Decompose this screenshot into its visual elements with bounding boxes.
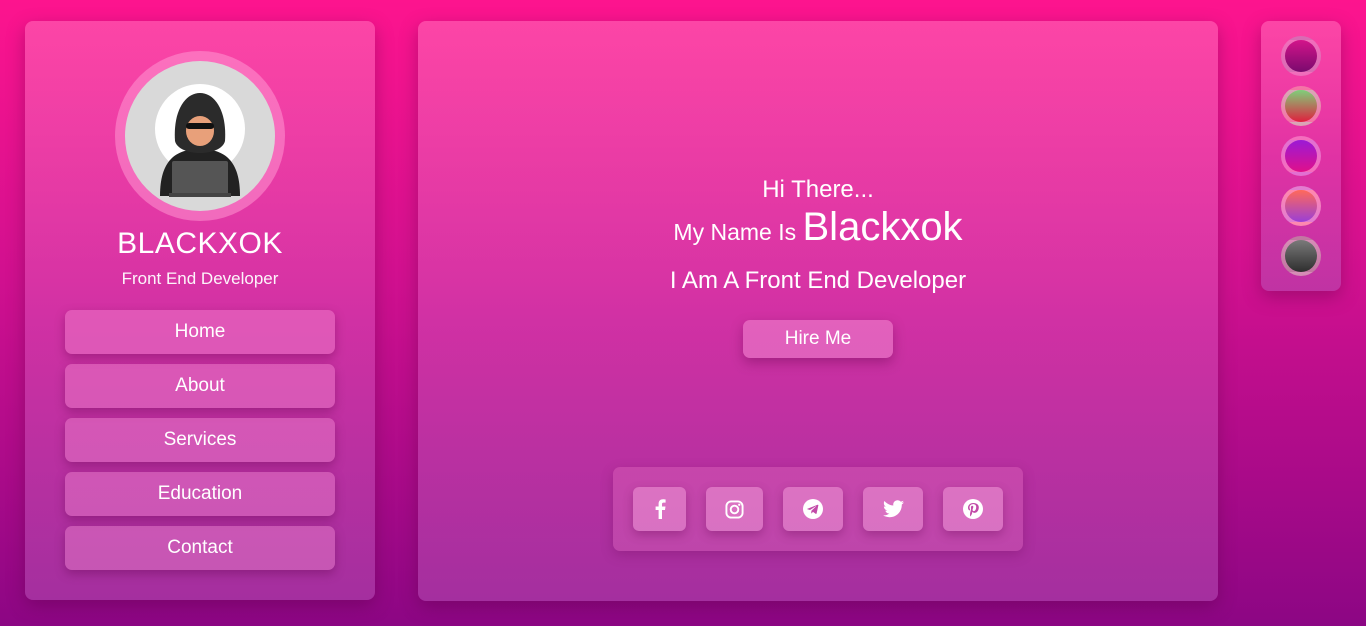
twitter-button[interactable] — [863, 487, 923, 531]
hero-name: Blackxok — [802, 205, 963, 249]
theme-swatch[interactable] — [1281, 236, 1321, 276]
hacker-avatar-icon — [155, 84, 245, 197]
hero-role-line: I Am A Front End Developer — [669, 267, 967, 294]
instagram-icon — [725, 499, 744, 519]
telegram-icon — [803, 499, 823, 519]
facebook-icon — [655, 499, 666, 519]
theme-swatch[interactable] — [1281, 136, 1321, 176]
facebook-button[interactable] — [633, 487, 686, 531]
theme-swatch[interactable] — [1281, 86, 1321, 126]
nav-services-button[interactable]: Services — [65, 418, 335, 462]
social-links-bar — [613, 467, 1023, 551]
nav-home-button[interactable]: Home — [65, 310, 335, 354]
hero-panel: Hi There... My Name Is Blackxok I Am A F… — [418, 21, 1218, 601]
twitter-icon — [882, 500, 904, 518]
profile-role: Front End Developer — [121, 269, 279, 288]
avatar-image — [125, 61, 275, 211]
theme-swatch[interactable] — [1281, 186, 1321, 226]
nav-education-button[interactable]: Education — [65, 472, 335, 516]
pinterest-icon — [963, 499, 983, 519]
hire-me-button[interactable]: Hire Me — [743, 320, 893, 358]
theme-swatch[interactable] — [1281, 36, 1321, 76]
telegram-button[interactable] — [783, 487, 843, 531]
theme-picker — [1261, 21, 1341, 291]
pinterest-button[interactable] — [943, 487, 1003, 531]
nav-about-button[interactable]: About — [65, 364, 335, 408]
hero-name-prefix: My Name Is — [673, 219, 797, 245]
hero-greeting: Hi There... — [762, 176, 874, 203]
hero-name-line: My Name Is Blackxok — [418, 205, 1218, 250]
avatar — [115, 51, 285, 221]
profile-sidebar: BLACKXOK Front End Developer Home About … — [25, 21, 375, 600]
nav-contact-button[interactable]: Contact — [65, 526, 335, 570]
profile-name: BLACKXOK — [117, 227, 283, 260]
instagram-button[interactable] — [706, 487, 763, 531]
